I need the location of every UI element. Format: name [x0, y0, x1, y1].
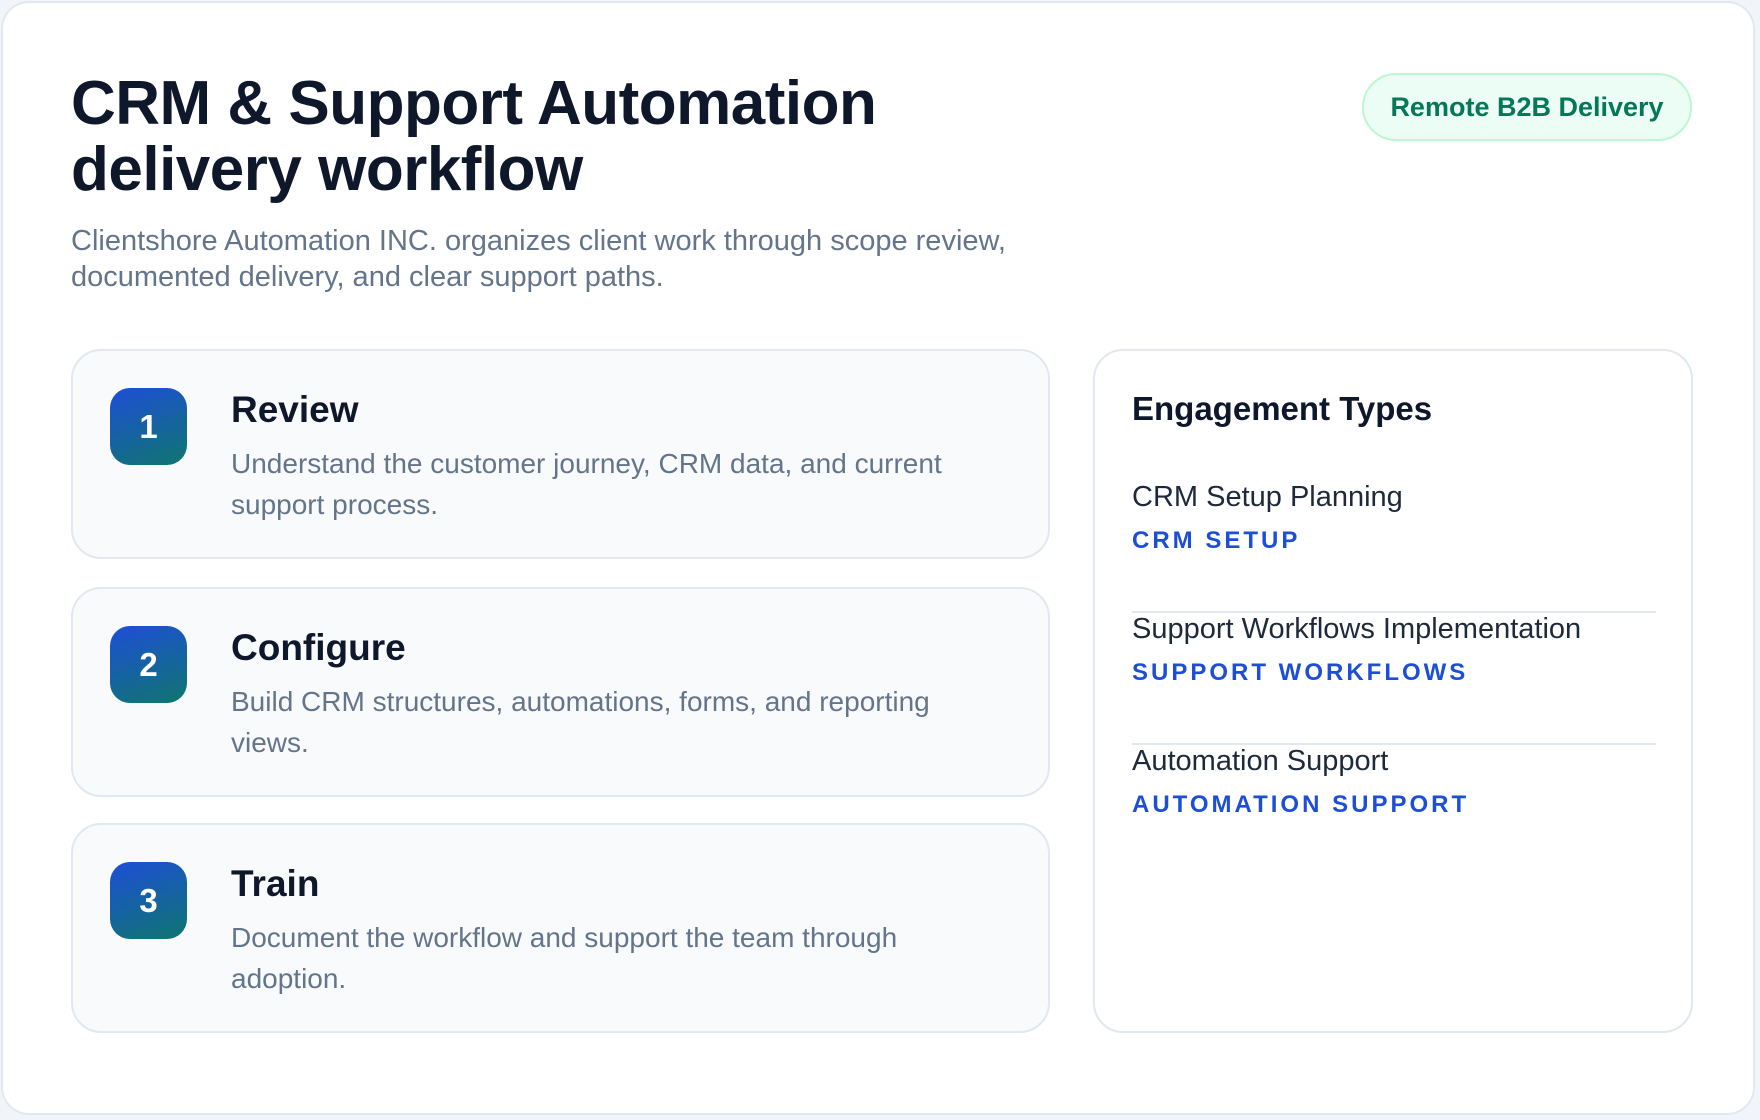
engagement-title: Engagement Types — [1132, 390, 1433, 427]
engagement-item-tag[interactable]: SUPPORT WORKFLOWS — [1132, 657, 1468, 689]
step-title: Train — [231, 863, 320, 904]
delivery-badge: Remote B2B Delivery — [1362, 73, 1692, 141]
engagement-item-support-workflows: Support Workflows Implementation SUPPORT… — [1132, 611, 1656, 745]
engagement-item-tag[interactable]: AUTOMATION SUPPORT — [1132, 789, 1469, 821]
step-number-badge: 1 — [110, 388, 187, 465]
engagement-item-name: Automation Support — [1132, 745, 1389, 777]
page-title: CRM & Support Automation delivery workfl… — [71, 69, 877, 204]
engagement-item-tag[interactable]: CRM SETUP — [1132, 525, 1300, 557]
step-number-badge: 3 — [110, 862, 187, 939]
step-number-badge: 2 — [110, 626, 187, 703]
step-card-configure: 2 Configure Build CRM structures, automa… — [71, 587, 1050, 797]
step-description: Build CRM structures, automations, forms… — [231, 686, 930, 758]
engagement-item-automation-support: Automation Support AUTOMATION SUPPORT — [1132, 743, 1656, 875]
engagement-item-name: CRM Setup Planning — [1132, 481, 1403, 513]
step-description: Document the workflow and support the te… — [231, 922, 898, 994]
workflow-card: CRM & Support Automation delivery workfl… — [1, 1, 1755, 1115]
page-subtitle: Clientshore Automation INC. organizes cl… — [71, 225, 1006, 293]
engagement-item-name: Support Workflows Implementation — [1132, 613, 1582, 645]
step-title: Configure — [231, 627, 406, 668]
step-card-train: 3 Train Document the workflow and suppor… — [71, 823, 1050, 1033]
engagement-types-panel: Engagement Types CRM Setup Planning CRM … — [1093, 349, 1693, 1033]
step-title: Review — [231, 389, 359, 430]
step-description: Understand the customer journey, CRM dat… — [231, 448, 942, 520]
step-card-review: 1 Review Understand the customer journey… — [71, 349, 1050, 559]
engagement-item-crm-setup: CRM Setup Planning CRM SETUP — [1132, 479, 1656, 613]
